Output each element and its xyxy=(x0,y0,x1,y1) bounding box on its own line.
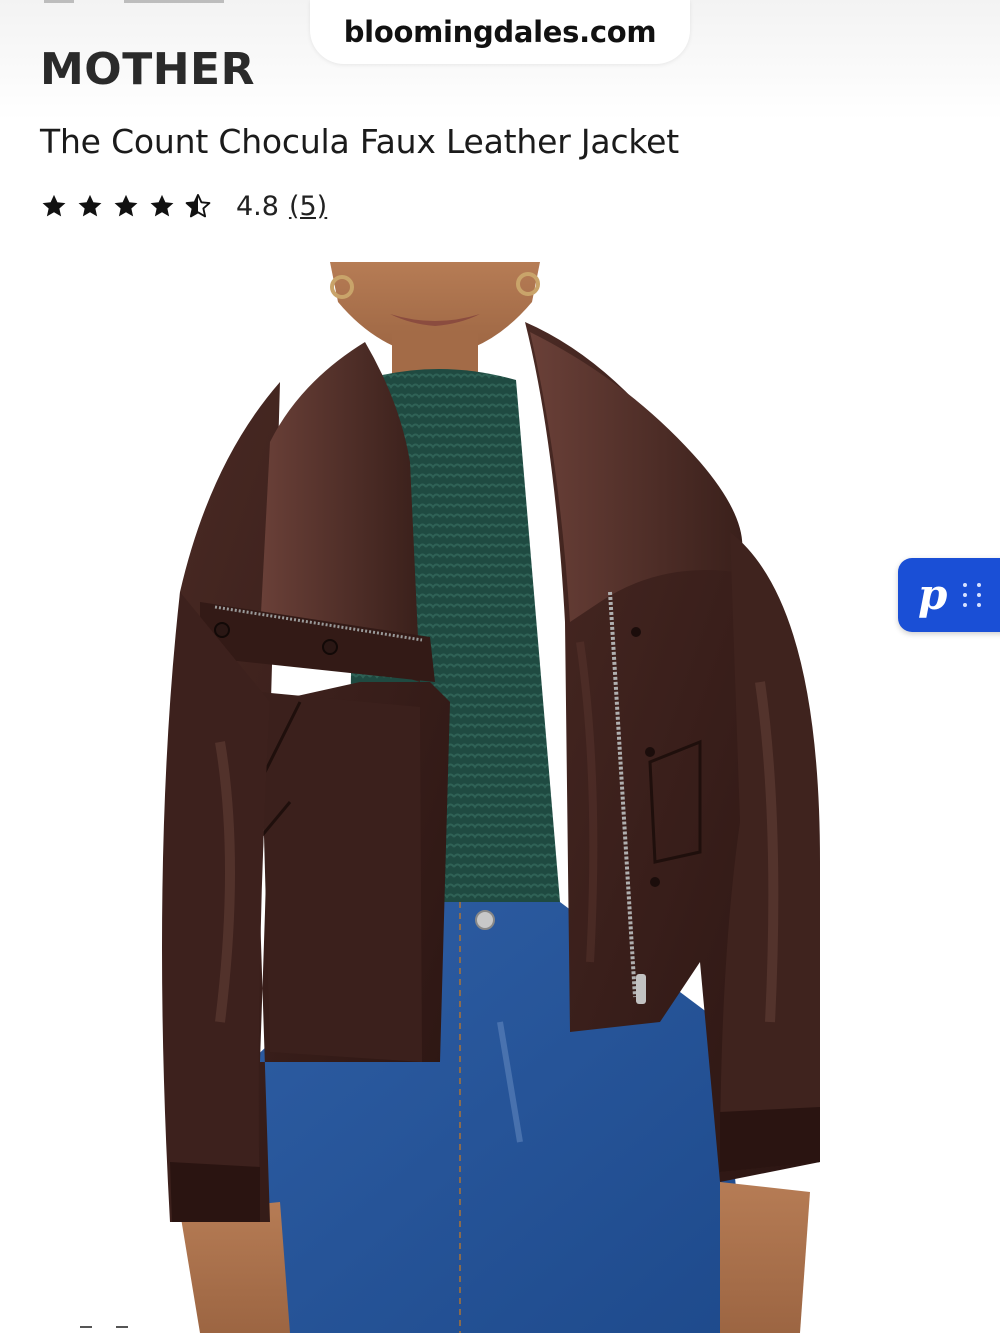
star-icon xyxy=(42,194,66,217)
product-page: bloomingdales.com MOTHER The Count Chocu… xyxy=(0,0,1000,1333)
product-image[interactable] xyxy=(160,262,958,1333)
breadcrumb[interactable] xyxy=(44,0,224,6)
drag-handle-icon[interactable] xyxy=(963,583,983,607)
product-photo-icon xyxy=(162,262,820,1333)
carousel-indicator xyxy=(80,1326,140,1330)
p-logo-icon: p xyxy=(918,570,948,619)
floating-widget-button[interactable]: p xyxy=(898,558,1000,632)
review-count-link[interactable]: (5) xyxy=(289,191,327,222)
brand-name[interactable]: MOTHER xyxy=(40,44,255,95)
address-bar[interactable]: bloomingdales.com xyxy=(310,0,690,64)
rating-value: 4.8 xyxy=(236,190,279,222)
star-rating xyxy=(40,192,212,220)
star-icon xyxy=(78,194,102,217)
half-star-icon xyxy=(185,193,211,218)
star-icon xyxy=(114,194,138,217)
product-title: The Count Chocula Faux Leather Jacket xyxy=(40,122,679,161)
url-text: bloomingdales.com xyxy=(343,15,657,49)
rating-row[interactable]: 4.8 (5) xyxy=(40,186,327,226)
star-icon xyxy=(150,194,174,217)
